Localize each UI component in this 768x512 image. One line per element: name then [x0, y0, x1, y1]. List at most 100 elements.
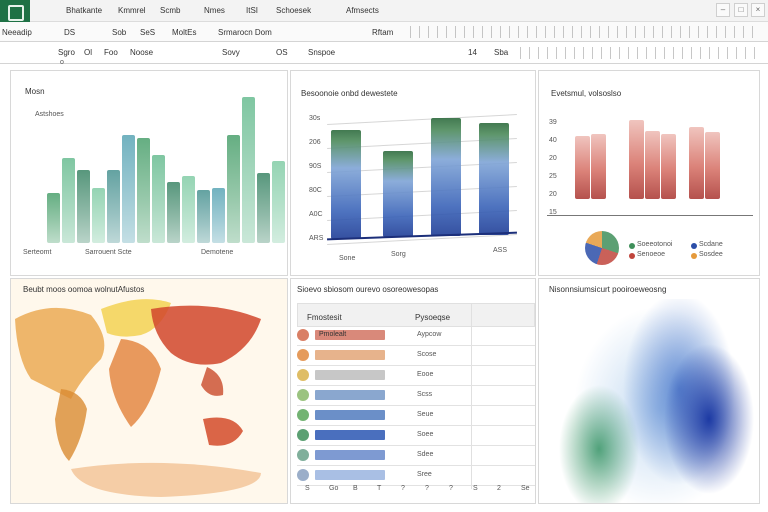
y-tick-label: 20	[549, 191, 557, 198]
chart-bar[interactable]	[62, 158, 75, 243]
cell-reference: o	[60, 59, 64, 66]
toolbar-item[interactable]: Noose	[130, 48, 153, 57]
row-swatch	[297, 349, 309, 361]
close-icon[interactable]: ×	[751, 3, 765, 17]
row-value[interactable]: Scss	[417, 391, 432, 398]
maximize-icon[interactable]: □	[734, 3, 748, 17]
menu-item[interactable]: ItSI	[246, 6, 258, 15]
chart-bar[interactable]	[591, 134, 606, 199]
chart-bar[interactable]	[331, 129, 361, 239]
chart-panel-red[interactable]: Evetsmul, volsoslso 39 40 20 25 20 15 Soeeoto…	[538, 70, 760, 276]
chart-bar[interactable]	[92, 187, 105, 243]
row-bar	[315, 430, 385, 440]
y-tick-label: 20	[549, 155, 557, 162]
y-tick-label: 39	[549, 119, 557, 126]
toolbar-item[interactable]: 14	[468, 48, 477, 57]
chart-bar[interactable]	[137, 137, 150, 243]
footer-label: Se	[521, 485, 530, 492]
formula-segment: SeS	[140, 28, 156, 37]
footer-label: B	[353, 485, 358, 492]
x-axis-label: Sorg	[391, 251, 406, 258]
chart-bar[interactable]	[122, 134, 135, 243]
formula-segment: Srmarocn Dom	[218, 28, 272, 37]
chart-title: Besoonoie onbd dewestete	[301, 89, 398, 98]
y-tick-label: 80C	[309, 187, 322, 194]
chart-bar[interactable]	[431, 118, 461, 236]
table-panel[interactable]: Sioevo sbiosom ourevo osoreowesopas Fmos…	[290, 278, 536, 504]
chart-bar[interactable]	[383, 150, 413, 238]
chart-bar[interactable]	[629, 119, 644, 199]
name-box[interactable]: Neeadip	[2, 28, 32, 37]
row-swatch	[297, 429, 309, 441]
row-swatch	[297, 449, 309, 461]
chart-bar[interactable]	[212, 187, 225, 243]
ruler-ticks	[410, 26, 760, 38]
legend-item: Sosdee	[699, 251, 723, 258]
chart-bar[interactable]	[47, 193, 60, 243]
chart-bar[interactable]	[167, 181, 180, 243]
toolbar-item[interactable]: Ol	[84, 48, 92, 57]
chart-bar[interactable]	[661, 134, 676, 199]
row-value[interactable]: Seue	[417, 411, 433, 418]
toolbar-item[interactable]: Sba	[494, 48, 508, 57]
map-panel[interactable]: Beubt moos oomoa wolnutAfustos	[10, 278, 288, 504]
row-divider	[297, 345, 535, 346]
chart-title: Mosn	[25, 87, 45, 96]
row-bar	[315, 470, 385, 480]
row-bar	[315, 370, 385, 380]
toolbar-item[interactable]: Sgro	[58, 48, 75, 57]
app-icon[interactable]	[0, 0, 30, 22]
row-value[interactable]: Soee	[417, 431, 433, 438]
row-value[interactable]: Sree	[417, 471, 432, 478]
menu-item[interactable]: Afmsects	[346, 6, 379, 15]
y-tick-label: 40	[549, 137, 557, 144]
chart-bar[interactable]	[645, 130, 660, 199]
chart-bar[interactable]	[272, 161, 285, 243]
row-value[interactable]: Eooe	[417, 371, 433, 378]
x-axis-line	[547, 215, 753, 216]
heatmap-surface	[559, 299, 759, 503]
chart-bar[interactable]	[197, 190, 210, 243]
menu-item[interactable]: Scmb	[160, 6, 180, 15]
chart-panel-green[interactable]: Mosn Astshoes Serteomt Sarrouent Scte De…	[10, 70, 288, 276]
minimize-icon[interactable]: –	[716, 3, 730, 17]
chart-bar[interactable]	[257, 172, 270, 243]
menu-item[interactable]: Nmes	[204, 6, 225, 15]
chart-bar[interactable]	[107, 170, 120, 243]
row-swatch	[297, 329, 309, 341]
menu-item[interactable]: Bhatkante	[66, 6, 102, 15]
row-divider	[297, 465, 535, 466]
column-header[interactable]: Pysoeqse	[415, 313, 450, 322]
toolbar-item[interactable]: Snspoe	[308, 48, 335, 57]
row-divider	[297, 425, 535, 426]
heatmap-title: Nisonnsiumsicurt pooiroeweosng	[549, 285, 667, 294]
toolbar-item[interactable]: Sovy	[222, 48, 240, 57]
toolbar-item[interactable]: Foo	[104, 48, 118, 57]
row-value[interactable]: Sdee	[417, 451, 433, 458]
row-value[interactable]: Aypcow	[417, 331, 441, 338]
chart-bar[interactable]	[182, 175, 195, 243]
chart-bar[interactable]	[575, 136, 590, 199]
x-axis-label: Demotene	[201, 249, 234, 256]
row-value[interactable]: Scose	[417, 351, 436, 358]
chart-bar[interactable]	[227, 134, 240, 243]
menu-item[interactable]: Kmmrel	[118, 6, 146, 15]
chart-bar[interactable]	[705, 132, 720, 199]
heatmap-panel[interactable]: Nisonnsiumsicurt pooiroeweosng	[538, 278, 760, 504]
chart-panel-blue[interactable]: Besoonoie onbd dewestete 30s 206 90S 80C A0C…	[290, 70, 536, 276]
y-tick-label: 206	[309, 139, 321, 146]
chart-bar[interactable]	[242, 97, 255, 243]
footer-label: ?	[449, 485, 453, 492]
menu-item[interactable]: Schoesek	[276, 6, 311, 15]
footer-label: T	[377, 485, 382, 492]
toolbar-item[interactable]: OS	[276, 48, 288, 57]
chart-bar[interactable]	[689, 127, 704, 199]
chart-bar[interactable]	[77, 170, 90, 243]
column-header[interactable]: Fmostesit	[307, 313, 342, 322]
pie-chart	[585, 231, 619, 265]
chart-title: Evetsmul, volsoslso	[551, 89, 622, 98]
row-label: Pmolealt	[319, 331, 347, 338]
chart-bar[interactable]	[152, 155, 165, 243]
chart-bar[interactable]	[479, 122, 509, 235]
row-bar	[315, 350, 385, 360]
